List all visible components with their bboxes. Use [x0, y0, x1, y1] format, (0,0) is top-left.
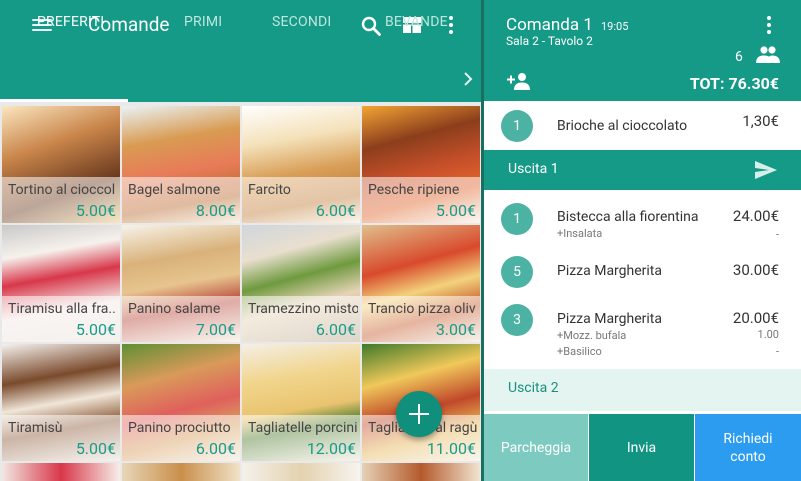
- item-modifier: +Basilico: [557, 345, 602, 358]
- product-tile[interactable]: [122, 463, 240, 481]
- product-name: Bagel salmone: [128, 182, 221, 198]
- modifier-price: -: [775, 345, 779, 358]
- send-icon[interactable]: [755, 161, 777, 179]
- item-price: 24.00€: [732, 207, 779, 225]
- order-item[interactable]: 3 Pizza Margherita 20.00€ +Mozz. bufala …: [484, 300, 801, 369]
- product-tile[interactable]: [242, 463, 360, 481]
- park-button-label: Parcheggia: [500, 439, 572, 456]
- product-image: [2, 463, 120, 481]
- product-name: Tiramisu alla fra..: [8, 301, 116, 317]
- item-price: 20.00€: [732, 309, 779, 327]
- park-button[interactable]: Parcheggia: [484, 414, 588, 481]
- item-name: Pizza Margherita: [557, 311, 663, 327]
- product-name: Pesche ripiene: [368, 182, 460, 198]
- request-bill-label-line1: Richiedi: [723, 430, 773, 447]
- tab-preferiti[interactable]: PREFERITI: [37, 14, 104, 30]
- app-root: Comande PREFERITI PRIMI SECONDI BEVANDE: [0, 0, 801, 481]
- product-tile[interactable]: [362, 463, 480, 481]
- product-name: Tortino al cioccol: [8, 182, 116, 198]
- modifier-price: 1.00: [757, 328, 779, 341]
- item-modifier: +Insalata: [557, 227, 603, 240]
- order-total: TOT: 76.30€: [689, 74, 779, 93]
- course-label: Uscita 1: [508, 161, 559, 177]
- request-bill-label-line2: conto: [730, 448, 766, 465]
- tab-indicator: [0, 99, 128, 102]
- product-tile[interactable]: Trancio pizza oliv 3.00€: [362, 225, 480, 342]
- person-add-icon[interactable]: [507, 72, 531, 90]
- order-item[interactable]: 5 Pizza Margherita 30.00€: [484, 250, 801, 300]
- product-price: 5.00€: [75, 320, 116, 339]
- search-icon[interactable]: [361, 16, 381, 36]
- product-tile[interactable]: Bagel salmone 8.00€: [122, 106, 240, 223]
- order-header: Comanda 1 19:05 Sala 2 - Tavolo 2 6 TOT:…: [484, 0, 801, 101]
- product-price: 5.00€: [75, 439, 116, 458]
- item-name: Pizza Margherita: [557, 263, 663, 279]
- product-price: 5.00€: [75, 201, 116, 220]
- add-fab-button[interactable]: [396, 391, 442, 437]
- order-panel: Comanda 1 19:05 Sala 2 - Tavolo 2 6 TOT:…: [484, 0, 801, 481]
- product-price: 7.00€: [195, 320, 236, 339]
- product-price: 6.00€: [315, 201, 356, 220]
- product-tile[interactable]: Farcito 6.00€: [242, 106, 360, 223]
- order-item[interactable]: 1 Bistecca alla fiorentina 24.00€ +Insal…: [484, 190, 801, 250]
- product-name: Panino prociutto: [128, 420, 231, 436]
- product-image: [242, 463, 360, 481]
- item-modifier: +Mozz. bufala: [557, 329, 627, 342]
- product-panel: Comande PREFERITI PRIMI SECONDI BEVANDE: [0, 0, 481, 481]
- product-image: [362, 463, 480, 481]
- product-tile[interactable]: Panino salame 7.00€: [122, 225, 240, 342]
- quantity-badge: 5: [501, 256, 533, 288]
- product-name: Trancio pizza oliv: [368, 301, 476, 317]
- order-title: Comanda 1: [506, 15, 593, 35]
- product-tile[interactable]: Tiramisu alla fra.. 5.00€: [2, 225, 120, 342]
- product-name: Tagliatelle porcini: [248, 420, 358, 436]
- quantity-badge: 1: [501, 203, 533, 235]
- product-tile[interactable]: [2, 463, 120, 481]
- product-price: 6.00€: [315, 320, 356, 339]
- item-name: Bistecca alla fiorentina: [557, 209, 699, 225]
- quantity-badge: 1: [501, 110, 533, 142]
- request-bill-button[interactable]: Richiedi conto: [695, 414, 801, 481]
- order-time: 19:05: [601, 20, 629, 33]
- item-price: 1,30€: [742, 112, 779, 130]
- product-tile[interactable]: Pesche ripiene 5.00€: [362, 106, 480, 223]
- course-label: Uscita 2: [508, 380, 559, 396]
- product-name: Tiramisù: [8, 420, 63, 436]
- top-app-bar: Comande PREFERITI PRIMI SECONDI BEVANDE: [0, 0, 481, 102]
- guest-count: 6: [735, 49, 743, 65]
- send-button-label: Invia: [626, 439, 657, 456]
- item-name: Brioche al cioccolato: [557, 118, 688, 134]
- product-price: 8.00€: [195, 201, 236, 220]
- course-header-1[interactable]: Uscita 1: [484, 150, 801, 190]
- product-tile[interactable]: Tiramisù 5.00€: [2, 344, 120, 461]
- quantity-badge: 3: [501, 304, 533, 336]
- product-image: [122, 463, 240, 481]
- product-tile[interactable]: Tagliatelle porcini 12.00€: [242, 344, 360, 461]
- product-name: Tramezzino misto: [248, 301, 358, 317]
- product-tile[interactable]: Tramezzino misto 6.00€: [242, 225, 360, 342]
- product-tile[interactable]: Panino prociutto 6.00€: [122, 344, 240, 461]
- order-table-location: Sala 2 - Tavolo 2: [506, 34, 593, 48]
- action-bar: Parcheggia Invia Richiedi conto: [484, 414, 801, 481]
- product-price: 3.00€: [435, 320, 476, 339]
- course-header-2[interactable]: Uscita 2: [484, 369, 801, 411]
- product-price: 6.00€: [195, 439, 236, 458]
- people-icon[interactable]: [756, 46, 780, 63]
- product-name: Farcito: [248, 182, 291, 198]
- product-price: 12.00€: [306, 439, 356, 458]
- more-vert-icon[interactable]: [766, 16, 772, 36]
- product-price: 11.00€: [426, 439, 476, 458]
- tab-bevande[interactable]: BEVANDE: [385, 14, 448, 30]
- item-price: 30.00€: [732, 261, 779, 279]
- more-vert-icon[interactable]: [448, 16, 454, 36]
- order-item[interactable]: 1 Brioche al cioccolato 1,30€: [484, 101, 801, 150]
- product-tile[interactable]: Tortino al cioccol 5.00€: [2, 106, 120, 223]
- chevron-right-icon[interactable]: [463, 72, 473, 86]
- tab-secondi[interactable]: SECONDI: [272, 14, 331, 30]
- send-button[interactable]: Invia: [589, 414, 694, 481]
- product-name: Panino salame: [128, 301, 221, 317]
- modifier-price: -: [775, 228, 779, 241]
- product-price: 5.00€: [435, 201, 476, 220]
- tab-primi[interactable]: PRIMI: [184, 14, 222, 30]
